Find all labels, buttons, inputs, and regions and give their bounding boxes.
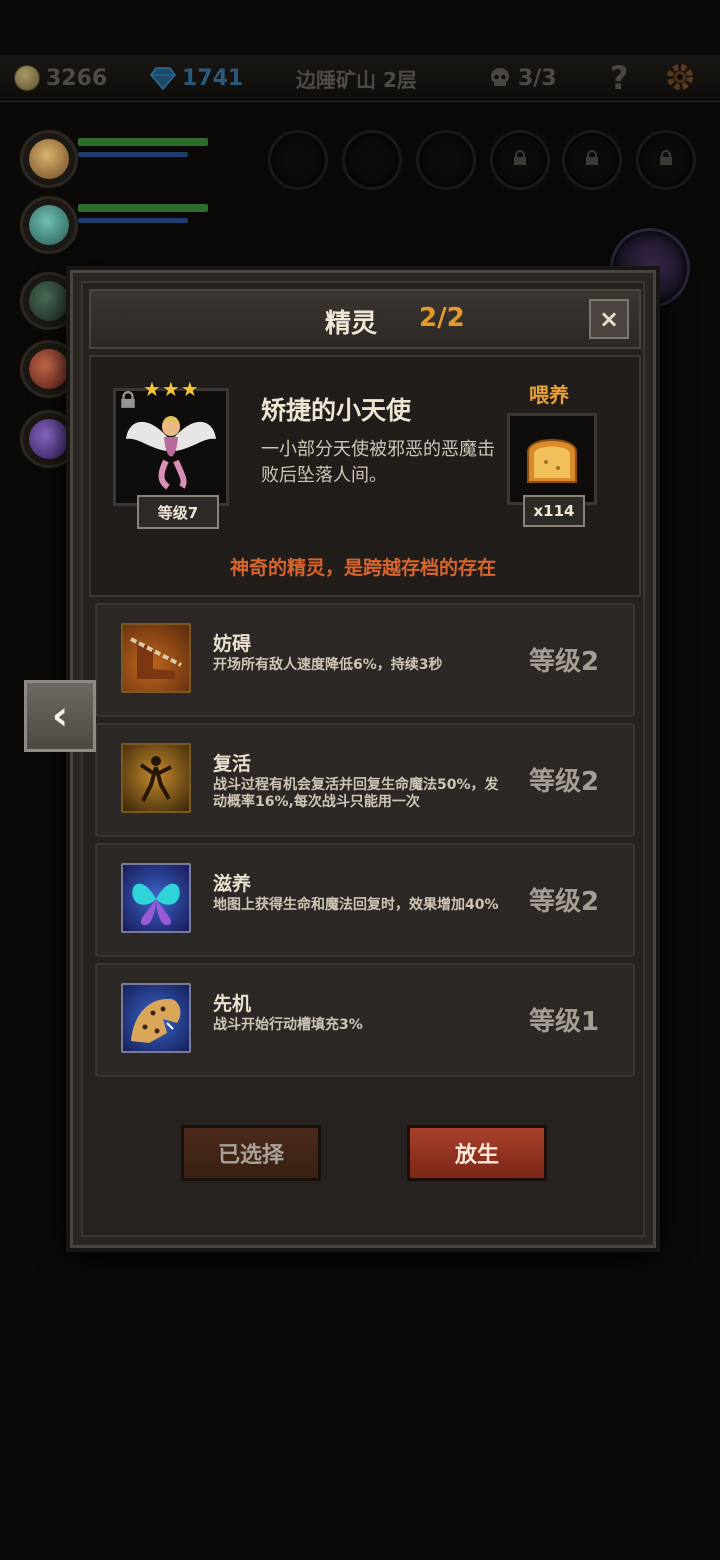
skill-description: 开场所有敌人速度降低6%，持续3秒	[213, 657, 443, 673]
skill-description: 战斗过程有机会复活并回复生命魔法50%，发动概率16%,每次战斗只能用一次	[213, 777, 499, 810]
gem-icon	[150, 67, 176, 91]
gold-value: 3266	[46, 65, 108, 91]
kill-value: 3/3	[518, 65, 557, 91]
skull-icon	[491, 68, 509, 86]
empty-slot[interactable]	[416, 130, 476, 190]
skill-row[interactable]: 妨碍 开场所有敌人速度降低6%，持续3秒 等级2	[95, 603, 635, 717]
spirit-name: 矫捷的小天使	[261, 396, 412, 425]
nourish-icon	[121, 863, 191, 933]
skill-level: 等级2	[529, 887, 600, 917]
feed-count: x114	[523, 495, 585, 527]
previous-spirit-button[interactable]: ‹	[24, 680, 96, 752]
locked-slot	[562, 130, 622, 190]
skill-level: 等级2	[529, 767, 600, 797]
hero-1-mp-bar	[78, 152, 188, 157]
top-status-bar: 3266 1741 边陲矿山 2层 3/3 ?	[0, 55, 720, 102]
lock-icon	[514, 150, 526, 165]
location-label: 边陲矿山 2层	[296, 67, 417, 92]
spirit-tagline: 神奇的精灵，是跨越存档的存在	[229, 557, 496, 579]
coin-icon	[14, 65, 40, 91]
bread-icon	[527, 439, 577, 483]
lock-icon[interactable]	[119, 391, 137, 409]
gear-icon[interactable]	[664, 61, 696, 93]
skill-name: 先机	[213, 993, 252, 1015]
spirit-dialog: 精灵 2/2 × ★★★ 等级7 矫捷的小天使 一小部分天使被邪恶的恶魔击败后坠…	[70, 270, 656, 1248]
hero-2-hp-bar	[78, 204, 208, 212]
skill-description: 地图上获得生命和魔法回复时，效果增加40%	[213, 897, 499, 913]
skill-name: 滋养	[213, 873, 252, 895]
release-button[interactable]: 放生	[407, 1125, 547, 1181]
help-button[interactable]: ?	[610, 59, 629, 97]
chained-boot-icon	[121, 623, 191, 693]
lock-icon	[586, 150, 598, 165]
selected-button[interactable]: 已选择	[181, 1125, 321, 1181]
skill-description: 战斗开始行动槽填充3%	[213, 1017, 363, 1033]
lock-icon	[660, 150, 672, 165]
skill-level: 等级2	[529, 647, 600, 677]
gem-counter: 1741	[150, 63, 243, 93]
hero-1-hp-bar	[78, 138, 208, 146]
spirit-count: 2/2	[419, 303, 465, 333]
skill-row[interactable]: 先机 战斗开始行动槽填充3% 等级1	[95, 963, 635, 1077]
dialog-title: 精灵	[325, 309, 378, 339]
star-rating: ★★★	[143, 377, 200, 401]
close-icon: ×	[598, 305, 620, 333]
empty-slot[interactable]	[268, 130, 328, 190]
skill-row[interactable]: 复活 战斗过程有机会复活并回复生命魔法50%，发动概率16%,每次战斗只能用一次…	[95, 723, 635, 837]
feed-button[interactable]	[507, 413, 597, 505]
close-button[interactable]: ×	[589, 299, 629, 339]
spirit-level-badge: 等级7	[137, 495, 219, 529]
spirit-description: 一小部分天使被邪恶的恶魔击败后坠落人间。	[261, 439, 495, 486]
gold-counter: 3266	[14, 63, 107, 93]
locked-slot	[636, 130, 696, 190]
skill-name: 妨碍	[213, 633, 252, 655]
chevron-left-icon: ‹	[51, 693, 69, 739]
gem-value: 1741	[182, 65, 244, 91]
skill-name: 复活	[213, 753, 252, 775]
locked-slot	[490, 130, 550, 190]
empty-slot[interactable]	[342, 130, 402, 190]
feed-label: 喂养	[529, 383, 569, 407]
leopard-icon	[121, 983, 191, 1053]
party-hero-2[interactable]	[20, 196, 78, 254]
kill-counter: 3/3	[488, 63, 557, 93]
party-hero-1[interactable]	[20, 130, 78, 188]
revive-icon	[121, 743, 191, 813]
skill-level: 等级1	[529, 1007, 600, 1037]
hero-2-mp-bar	[78, 218, 188, 223]
skill-row[interactable]: 滋养 地图上获得生命和魔法回复时，效果增加40% 等级2	[95, 843, 635, 957]
